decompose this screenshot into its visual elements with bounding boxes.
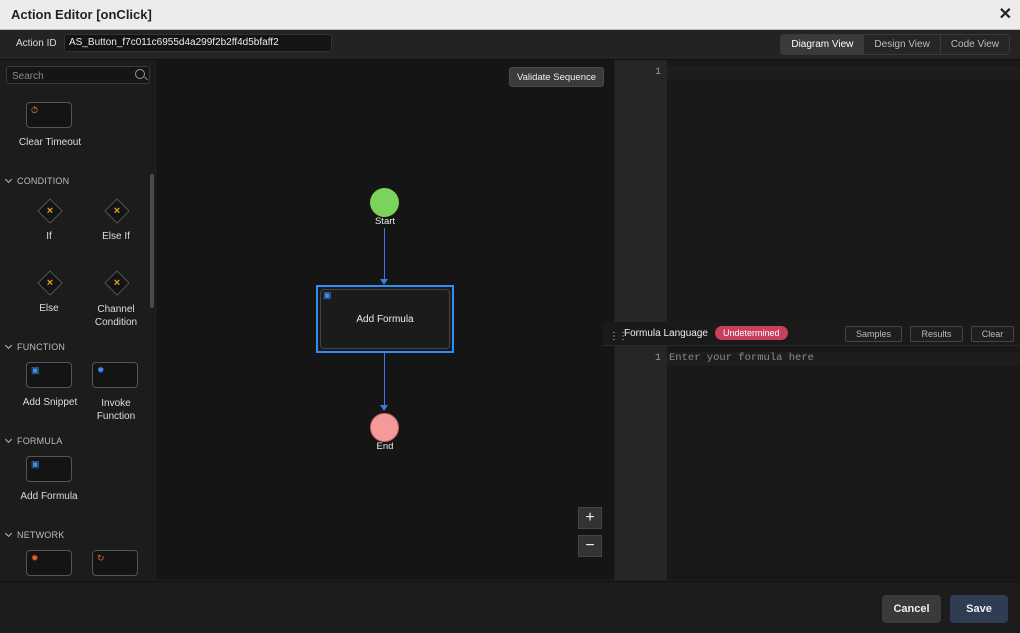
condition-icon: ×	[46, 205, 54, 217]
action-palette: ⏱ Clear Timeout CONDITION × If × Else If…	[0, 60, 158, 580]
section-title: FUNCTION	[17, 342, 66, 352]
if-tile[interactable]: ×	[37, 198, 63, 224]
condition-icon: ×	[46, 277, 54, 289]
section-function[interactable]: FUNCTION	[4, 341, 66, 352]
chevron-down-icon	[4, 529, 13, 538]
formula-toolbar: ⋮⋮ Formula Language Undetermined Samples…	[603, 322, 1020, 346]
validate-sequence-button[interactable]: Validate Sequence	[509, 67, 604, 87]
section-condition[interactable]: CONDITION	[4, 175, 70, 186]
gear-icon: ✹	[97, 365, 105, 375]
channel-condition-tile[interactable]: ×	[104, 270, 130, 296]
palette-item-label: Add Formula	[20, 491, 78, 502]
clear-timeout-tile[interactable]: ⏱	[26, 102, 72, 128]
connector-line	[384, 228, 385, 280]
action-id-label: Action ID	[16, 38, 57, 49]
connector-line	[384, 353, 385, 406]
title-bar: Action Editor [onClick] ✕	[0, 0, 1020, 30]
samples-button[interactable]: Samples	[845, 326, 902, 342]
chevron-down-icon	[4, 175, 13, 184]
action-id-field[interactable]: AS_Button_f7c011c6955d4a299f2b2ff4d5bfaf…	[64, 34, 332, 52]
line-gutter: 1	[615, 60, 667, 323]
palette-item-label: Clear Timeout	[18, 137, 82, 148]
search-input[interactable]	[10, 69, 134, 83]
node-label: Add Formula	[356, 314, 414, 325]
formula-editor[interactable]: 1	[615, 346, 1020, 580]
formula-language-label: Formula Language	[624, 328, 708, 339]
line-number: 1	[654, 353, 661, 364]
end-node[interactable]	[370, 413, 399, 442]
section-formula[interactable]: FORMULA	[4, 435, 63, 446]
section-network[interactable]: NETWORK	[4, 529, 65, 540]
search-box[interactable]	[6, 66, 150, 84]
action-toolbar: Action ID AS_Button_f7c011c6955d4a299f2b…	[0, 30, 1020, 60]
view-tabs: Diagram View Design View Code View	[780, 34, 1010, 55]
tab-diagram-view[interactable]: Diagram View	[781, 35, 865, 54]
window-title: Action Editor [onClick]	[11, 7, 152, 22]
section-title: CONDITION	[17, 176, 70, 186]
invoke-function-tile[interactable]: ✹	[92, 362, 138, 388]
arrow-down-icon	[380, 405, 388, 411]
chevron-down-icon	[4, 435, 13, 444]
save-button[interactable]: Save	[950, 595, 1008, 623]
search-icon[interactable]	[135, 69, 145, 79]
palette-item-label: Add Snippet	[22, 397, 78, 408]
section-title: NETWORK	[17, 530, 65, 540]
language-status-badge: Undetermined	[715, 326, 788, 340]
else-if-tile[interactable]: ×	[104, 198, 130, 224]
diagram-canvas[interactable]: Validate Sequence Start ▣ Add Formula En…	[158, 60, 614, 580]
else-tile[interactable]: ×	[37, 270, 63, 296]
network-tile[interactable]: ↻	[92, 550, 138, 576]
add-formula-node[interactable]: ▣ Add Formula	[316, 285, 454, 353]
start-label: Start	[374, 216, 396, 227]
formula-icon: ▣	[323, 290, 332, 300]
section-title: FORMULA	[17, 436, 63, 446]
cancel-button[interactable]: Cancel	[882, 595, 941, 623]
dialog-footer: Cancel Save	[0, 581, 1020, 633]
condition-icon: ×	[113, 205, 121, 217]
current-line	[667, 66, 1020, 80]
zoom-in-button[interactable]: +	[578, 507, 602, 529]
formula-input[interactable]	[669, 352, 1009, 366]
zoom-out-button[interactable]: −	[578, 535, 602, 557]
gear-icon: ✹	[31, 553, 39, 563]
palette-scrollbar[interactable]	[150, 174, 154, 308]
results-button[interactable]: Results	[910, 326, 963, 342]
end-label: End	[376, 441, 394, 452]
network-tile[interactable]: ✹	[26, 550, 72, 576]
chevron-down-icon	[4, 341, 13, 350]
palette-item-label: Invoke Function	[96, 398, 136, 422]
start-node[interactable]	[370, 188, 399, 217]
snippet-icon: ▣	[31, 365, 40, 375]
palette-item-label: Else If	[102, 231, 130, 242]
add-snippet-tile[interactable]: ▣	[26, 362, 72, 388]
close-icon[interactable]: ✕	[999, 4, 1012, 24]
condition-icon: ×	[113, 277, 121, 289]
palette-item-label: Else	[39, 303, 59, 314]
add-formula-tile[interactable]: ▣	[26, 456, 72, 482]
line-gutter: 1	[615, 346, 667, 580]
line-number: 1	[654, 67, 661, 78]
clear-button[interactable]: Clear	[971, 326, 1014, 342]
palette-item-label: If	[46, 231, 52, 242]
formula-icon: ▣	[31, 459, 40, 469]
code-editor[interactable]: 1	[615, 60, 1020, 323]
refresh-icon: ↻	[97, 553, 105, 563]
tab-code-view[interactable]: Code View	[940, 35, 1009, 54]
palette-item-label: Channel Condition	[94, 304, 138, 328]
tab-design-view[interactable]: Design View	[864, 35, 941, 54]
timer-icon: ⏱	[31, 105, 39, 115]
